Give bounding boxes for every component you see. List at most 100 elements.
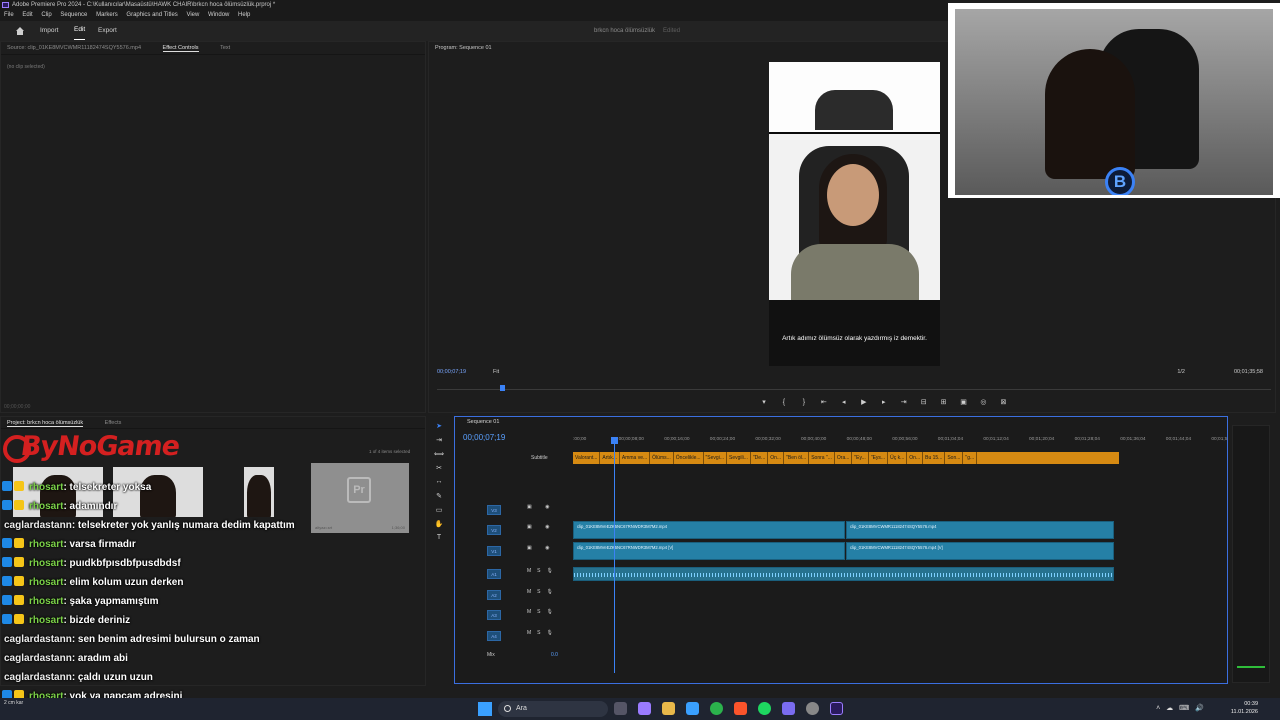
caption-block[interactable]: Son... bbox=[945, 452, 964, 464]
chrome-icon[interactable] bbox=[709, 702, 723, 715]
caption-block[interactable]: Sevgili... bbox=[727, 452, 751, 464]
caption-block[interactable]: Bu 15... bbox=[923, 452, 946, 464]
menu-window[interactable]: Window bbox=[208, 12, 229, 18]
menu-edit[interactable]: Edit bbox=[22, 12, 32, 18]
program-timecode[interactable]: 00;00;07;19 bbox=[437, 369, 466, 375]
chat-username[interactable]: rhosart bbox=[29, 615, 63, 626]
caption-track[interactable]: Valorant... Artık... Amma ve... Ölüms... Önc… bbox=[573, 452, 1119, 464]
chat-username[interactable]: rhosart bbox=[29, 501, 63, 512]
mark-out-button[interactable]: } bbox=[799, 399, 809, 406]
weather-widget[interactable]: 2 cm kar bbox=[4, 699, 23, 707]
comparison-view-button[interactable]: ◎ bbox=[978, 398, 988, 406]
program-scrubber[interactable] bbox=[437, 385, 1271, 391]
spotify-icon[interactable] bbox=[757, 702, 771, 715]
track-controls[interactable]: MS🎙 bbox=[527, 568, 559, 574]
vr-button[interactable]: ⊠ bbox=[998, 398, 1008, 406]
play-button[interactable]: ▶ bbox=[859, 398, 869, 406]
track-label[interactable]: A4 bbox=[487, 631, 501, 641]
taskbar-search[interactable]: Ara bbox=[498, 701, 608, 717]
caption-block[interactable]: Valorant... bbox=[573, 452, 601, 464]
caption-block[interactable]: "Ben öl... bbox=[784, 452, 810, 464]
track-label[interactable]: V2 bbox=[487, 525, 501, 535]
step-back-button[interactable]: ◂ bbox=[839, 398, 849, 406]
file-explorer-icon[interactable] bbox=[661, 702, 675, 715]
video-clip-v2-b[interactable]: clip_01KE8MVCWMR11182474SQY5576.mp4 bbox=[846, 521, 1114, 539]
track-label[interactable]: A3 bbox=[487, 610, 501, 620]
caption-block[interactable]: "Eys... bbox=[869, 452, 889, 464]
extract-button[interactable]: ⊞ bbox=[939, 398, 949, 406]
menu-file[interactable]: File bbox=[4, 12, 14, 18]
program-playhead[interactable] bbox=[499, 385, 505, 391]
mix-value[interactable]: 0.0 bbox=[551, 652, 558, 658]
track-controls[interactable]: MS🎙 bbox=[527, 609, 559, 615]
track-controls[interactable]: ▣ ◉ bbox=[527, 545, 555, 551]
rectangle-tool-icon[interactable]: ▭ bbox=[432, 506, 446, 520]
tab-effect-controls[interactable]: Effect Controls bbox=[162, 45, 199, 52]
lift-button[interactable]: ⊟ bbox=[919, 398, 929, 406]
caption-block[interactable]: Üç k... bbox=[888, 452, 908, 464]
menu-view[interactable]: View bbox=[186, 12, 199, 18]
slip-tool-icon[interactable]: ↔ bbox=[432, 478, 446, 492]
menu-markers[interactable]: Markers bbox=[96, 12, 118, 18]
program-monitor-title[interactable]: Program: Sequence 01 bbox=[435, 45, 492, 51]
export-tab[interactable]: Export bbox=[98, 21, 117, 41]
edge-icon[interactable] bbox=[685, 702, 699, 715]
discord-icon[interactable] bbox=[781, 702, 795, 715]
track-controls[interactable]: MS🎙 bbox=[527, 630, 559, 636]
track-select-tool-icon[interactable]: ⇥ bbox=[432, 436, 446, 450]
premiere-taskbar-icon[interactable] bbox=[829, 702, 843, 715]
sequence-tab[interactable]: Sequence 01 bbox=[467, 419, 499, 425]
zoom-fit-select[interactable]: Fit bbox=[493, 369, 499, 375]
task-view-icon[interactable] bbox=[614, 702, 627, 715]
system-tray[interactable]: ˄☁⌨🔊 bbox=[1156, 704, 1210, 712]
home-icon[interactable] bbox=[15, 26, 25, 36]
track-label[interactable]: V3 bbox=[487, 505, 501, 515]
pen-tool-icon[interactable]: ✎ bbox=[432, 492, 446, 506]
chat-username[interactable]: rhosart bbox=[29, 558, 63, 569]
edit-tab[interactable]: Edit bbox=[74, 21, 86, 40]
obs-icon[interactable] bbox=[805, 702, 819, 715]
start-button-icon[interactable] bbox=[478, 702, 492, 716]
track-controls[interactable]: ▣ ◉ bbox=[527, 504, 555, 510]
mark-in-button[interactable]: { bbox=[779, 399, 789, 406]
chat-username[interactable]: rhosart bbox=[29, 596, 63, 607]
chat-username[interactable]: caglardastann bbox=[4, 653, 72, 664]
menu-help[interactable]: Help bbox=[238, 12, 250, 18]
caption-block[interactable]: "Ey... bbox=[852, 452, 869, 464]
caption-block[interactable]: Ora... bbox=[835, 452, 853, 464]
copilot-icon[interactable] bbox=[637, 702, 651, 715]
caption-block[interactable]: Ölüms... bbox=[650, 452, 674, 464]
track-controls[interactable]: ▣ ◉ bbox=[527, 524, 555, 530]
chat-username[interactable]: caglardastann bbox=[4, 672, 72, 683]
track-header-a3[interactable]: A3 MS🎙 bbox=[481, 606, 571, 624]
tab-source[interactable]: Source: clip_01KE8MVCWMR11182474SQY5576.… bbox=[7, 45, 141, 51]
chat-username[interactable]: rhosart bbox=[29, 482, 63, 493]
track-label[interactable]: A2 bbox=[487, 590, 501, 600]
track-header-a4[interactable]: A4 MS🎙 bbox=[481, 627, 571, 645]
go-to-in-button[interactable]: ⇤ bbox=[819, 398, 829, 406]
go-to-out-button[interactable]: ⇥ bbox=[899, 398, 909, 406]
audio-clip-a1[interactable] bbox=[573, 567, 1114, 581]
step-forward-button[interactable]: ▸ bbox=[879, 398, 889, 406]
tab-text[interactable]: Text bbox=[220, 45, 230, 51]
selection-tool-icon[interactable]: ➤ bbox=[432, 422, 446, 436]
export-frame-button[interactable]: ▣ bbox=[959, 398, 969, 406]
chat-username[interactable]: rhosart bbox=[29, 577, 63, 588]
track-header-a1[interactable]: A1 MS🎙 bbox=[481, 565, 571, 583]
caption-block[interactable]: Artık... bbox=[600, 452, 620, 464]
taskbar-clock[interactable]: 00:39 11.01.2026 bbox=[1231, 700, 1258, 716]
caption-block[interactable]: On... bbox=[768, 452, 785, 464]
timeline-timecode[interactable]: 00;00;07;19 bbox=[463, 433, 505, 442]
import-tab[interactable]: Import bbox=[40, 21, 58, 41]
track-header-a2[interactable]: A2 MS🎙 bbox=[481, 586, 571, 604]
add-marker-button[interactable]: ▾ bbox=[759, 398, 769, 406]
razor-tool-icon[interactable]: ✂ bbox=[432, 464, 446, 478]
tab-effects[interactable]: Effects bbox=[105, 420, 122, 426]
track-header-v2[interactable]: V2 ▣ ◉ bbox=[481, 521, 571, 539]
caption-block[interactable]: Sonra "... bbox=[809, 452, 835, 464]
video-clip-v1-b[interactable]: clip_01KE8MVCWMR11182474SQY5576.mp4 [V] bbox=[846, 542, 1114, 560]
caption-block[interactable]: "Sevgi... bbox=[704, 452, 727, 464]
track-label[interactable]: V1 bbox=[487, 546, 501, 556]
track-header-v1[interactable]: V1 ▣ ◉ bbox=[481, 542, 571, 560]
time-ruler[interactable]: :00;00 00;00;08;00 00;00;16;00 00;00;24;00 0… bbox=[573, 437, 1227, 447]
